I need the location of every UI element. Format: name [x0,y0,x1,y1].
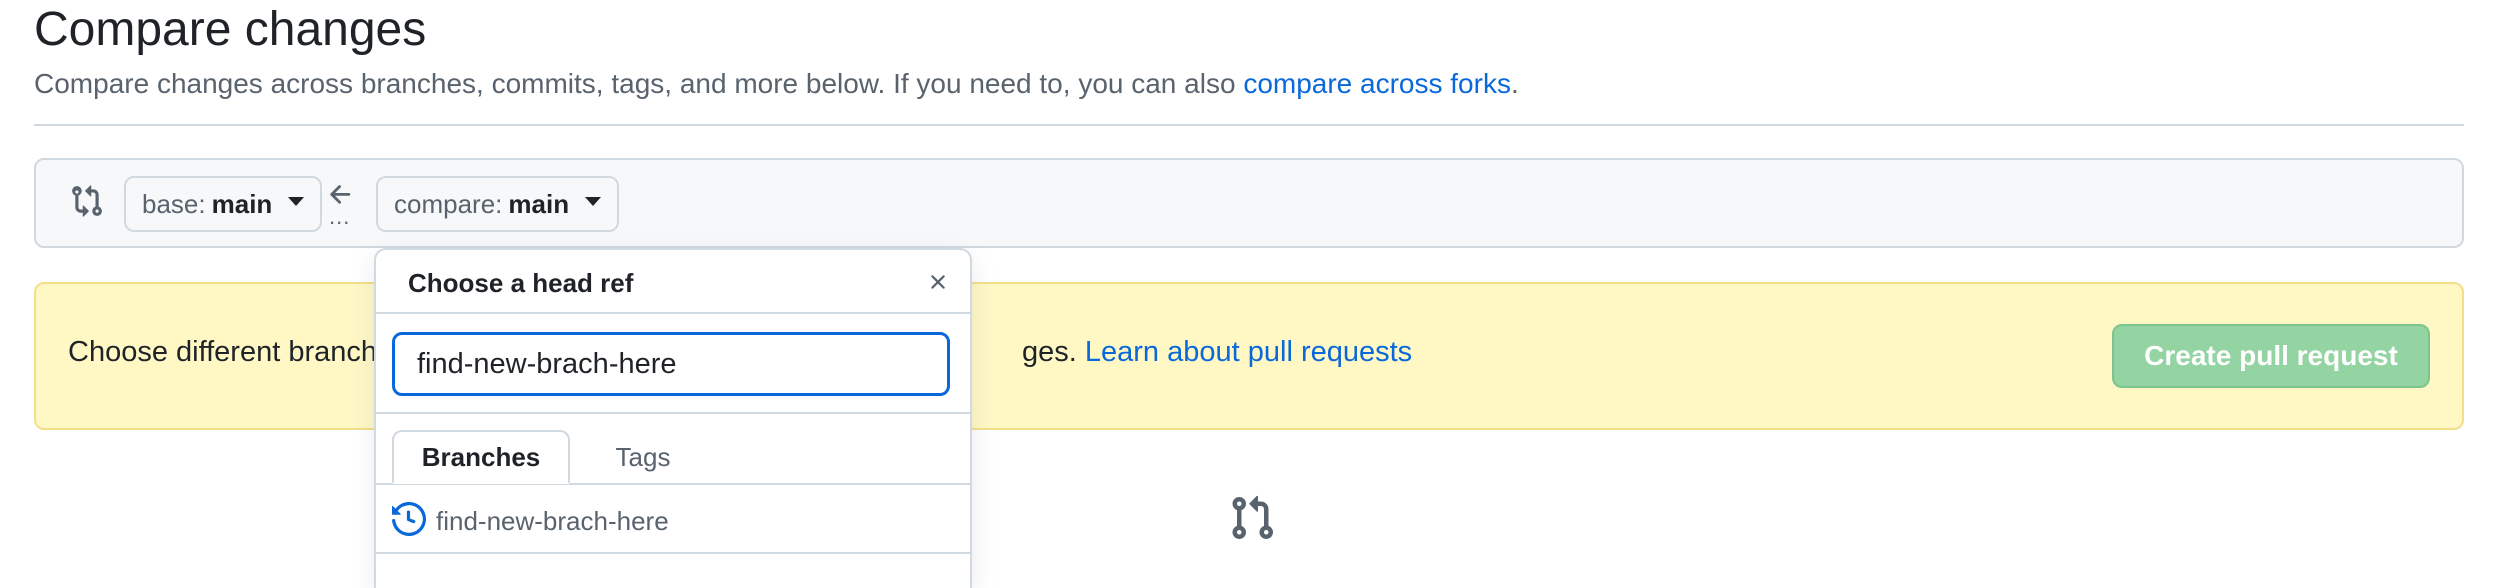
dropdown-tabs: Branches Tags [376,414,970,485]
page-title: Compare changes [34,3,427,56]
dropdown-title: Choose a head ref [408,268,634,298]
git-compare-icon [72,185,102,217]
notice-text-fragment: ges. [1022,336,1077,368]
learn-pull-requests-link[interactable]: Learn about pull requests [1085,336,1412,368]
caret-down-icon [585,196,602,206]
ref-filter-input[interactable] [392,332,950,396]
compare-branch-value: main [508,188,570,219]
header-divider [34,124,2464,126]
list-item-label: find-new-brach-here [436,506,669,536]
create-pull-request-button[interactable]: Create pull request [2112,324,2430,388]
notice-link-wrapper: ges. Learn about pull requests [1022,336,1412,369]
dropdown-filter [376,314,970,414]
compare-page: Compare changes Compare changes across b… [0,0,2498,588]
tab-tags[interactable]: Tags [588,430,698,484]
git-pull-request-icon [1232,495,1274,540]
close-icon[interactable] [926,270,950,294]
page-subtitle: Compare changes across branches, commits… [34,68,1519,100]
caret-down-icon [288,196,305,206]
history-icon [392,502,426,536]
base-branch-button[interactable]: base: main [124,176,323,232]
dropdown-header: Choose a head ref [376,250,970,314]
range-editor: base: main ... compare: main [34,158,2464,248]
head-ref-dropdown: Choose a head ref Branches Tags find-new… [374,248,972,588]
tab-branches[interactable]: Branches [392,430,570,484]
base-branch-label: base: [142,188,206,219]
notice-text: Choose different branch [68,336,378,368]
compare-branch-button[interactable]: compare: main [376,176,620,232]
range-dots: ... [329,204,351,229]
list-item[interactable]: find-new-brach-here [376,486,970,554]
subtitle-text: Compare changes across branches, commits… [34,68,1244,99]
subtitle-period: . [1510,68,1519,99]
base-branch-value: main [211,188,273,219]
arrow-left-icon [330,185,351,204]
compare-across-forks-link[interactable]: compare across forks [1243,68,1511,99]
compare-branch-label: compare: [394,188,503,219]
